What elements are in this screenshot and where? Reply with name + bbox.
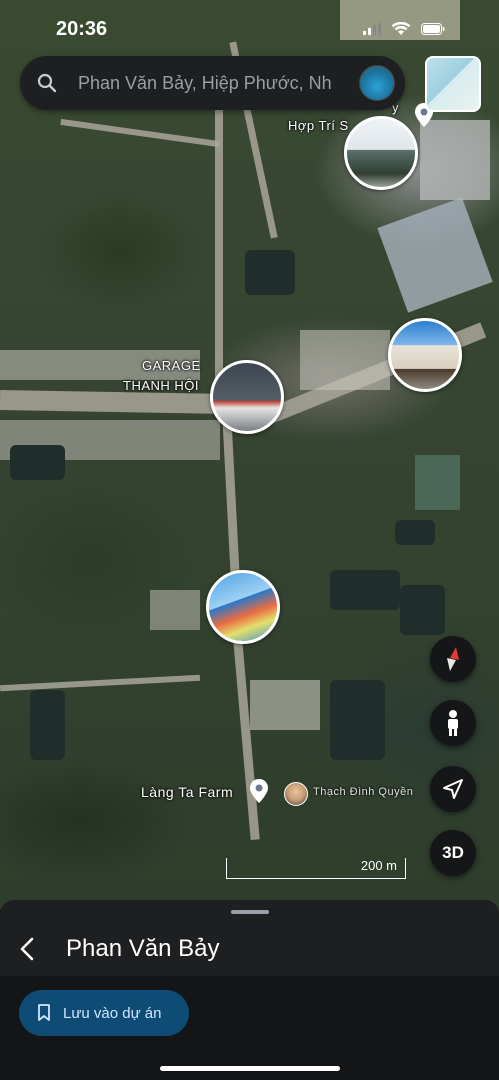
map-pond <box>330 570 400 610</box>
map-buildings <box>377 197 493 313</box>
3d-label: 3D <box>442 843 464 862</box>
label-contributor[interactable]: Thạch Đình Quyền <box>313 786 413 798</box>
pegman-icon <box>448 710 458 736</box>
bottom-sheet[interactable]: Phan Văn Bảy Lưu vào dự án <box>0 900 499 1080</box>
my-location-button[interactable] <box>430 766 476 812</box>
label-hop-tri[interactable]: Hợp Trí S <box>288 118 349 133</box>
sheet-header: Phan Văn Bảy <box>0 922 499 976</box>
save-button-label: Lưu vào dự án <box>63 1004 162 1022</box>
map-road <box>60 118 220 148</box>
photo-bubble-house[interactable] <box>388 318 462 392</box>
label-garage-line2[interactable]: THANH HỘI <box>123 378 199 393</box>
label-garage-line1[interactable]: GARAGE <box>142 358 201 373</box>
map-pond <box>30 690 65 760</box>
map-buildings <box>420 120 490 200</box>
battery-icon <box>421 23 445 35</box>
map-road <box>0 389 231 415</box>
photo-bubble-waterpark[interactable] <box>206 570 280 644</box>
search-input[interactable] <box>76 71 359 95</box>
sheet-grab-handle[interactable] <box>231 910 269 914</box>
signal-icon <box>363 23 381 35</box>
bookmark-icon <box>38 1004 50 1021</box>
photo-bubble-building[interactable] <box>344 116 418 190</box>
wifi-icon <box>391 22 411 35</box>
search-icon <box>37 73 57 93</box>
map-pond <box>330 680 385 760</box>
status-time: 20:36 <box>56 18 108 40</box>
save-to-project-button[interactable]: Lưu vào dự án <box>19 990 189 1036</box>
compass-button[interactable] <box>430 636 476 682</box>
back-chevron-icon[interactable] <box>14 934 44 964</box>
street-view-button[interactable] <box>430 700 476 746</box>
map-field <box>415 455 460 510</box>
place-pin-icon[interactable] <box>248 778 270 804</box>
map-buildings <box>300 330 390 390</box>
map-layers-button[interactable] <box>425 56 481 112</box>
photo-bubble-garage[interactable] <box>210 360 284 434</box>
sheet-title: Phan Văn Bảy <box>66 935 220 962</box>
scale-label: 200 m <box>360 858 397 873</box>
search-bar[interactable] <box>20 56 405 110</box>
map-scale-bar: 200 m <box>226 858 406 879</box>
profile-avatar[interactable] <box>359 65 395 101</box>
3d-toggle-button[interactable]: 3D <box>430 830 476 876</box>
map-road <box>215 110 223 410</box>
map-pond <box>245 250 295 295</box>
map-pond <box>10 445 65 480</box>
map-pond <box>400 585 445 635</box>
map-buildings <box>250 680 320 730</box>
contributor-avatar[interactable] <box>284 782 308 806</box>
map-road <box>233 639 260 841</box>
sheet-body: Lưu vào dự án <box>0 976 499 1080</box>
status-icons <box>363 22 445 36</box>
map-pond <box>395 520 435 545</box>
location-arrow-icon <box>443 779 463 799</box>
map-buildings <box>150 590 200 630</box>
compass-icon <box>447 647 459 671</box>
label-lang-ta-farm[interactable]: Làng Ta Farm <box>141 784 233 800</box>
map-road <box>0 674 201 692</box>
home-indicator <box>160 1066 340 1071</box>
satellite-map[interactable]: y Hợp Trí S GARAGE THANH HỘI Làng Ta Far… <box>0 0 499 910</box>
